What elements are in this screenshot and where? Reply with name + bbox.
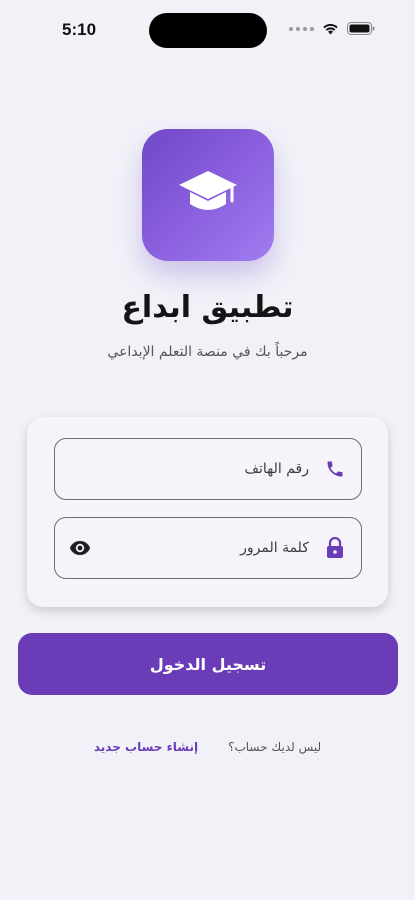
create-account-link[interactable]: إنشاء حساب جديد — [94, 740, 198, 754]
phone-icon — [323, 457, 347, 481]
status-bar: 5:10 — [0, 0, 415, 58]
app-title: تطبيق ابداع — [121, 290, 294, 325]
login-button[interactable]: تسجيل الدخول — [18, 633, 398, 695]
app-subtitle: مرحباً بك في منصة التعلم الإبداعي — [107, 344, 308, 360]
login-form-card: رقم الهاتف كلمة المرور — [27, 417, 388, 607]
graduation-cap-icon — [177, 167, 239, 223]
password-input[interactable]: كلمة المرور — [101, 540, 309, 556]
phone-field[interactable]: رقم الهاتف — [54, 438, 362, 500]
password-field[interactable]: كلمة المرور — [54, 517, 362, 579]
cellular-signal-icon — [289, 26, 314, 31]
status-icons — [289, 22, 375, 35]
battery-icon — [347, 22, 375, 35]
lock-icon — [323, 536, 347, 560]
phone-input[interactable]: رقم الهاتف — [55, 461, 309, 477]
status-time: 5:10 — [62, 20, 97, 39]
eye-icon[interactable] — [67, 535, 93, 561]
wifi-icon — [322, 22, 339, 35]
dynamic-island — [149, 13, 267, 48]
app-logo — [142, 129, 274, 261]
signup-prompt: ليس لديك حساب؟ — [228, 740, 322, 754]
signup-row: ليس لديك حساب؟ إنشاء حساب جديد — [0, 740, 415, 754]
